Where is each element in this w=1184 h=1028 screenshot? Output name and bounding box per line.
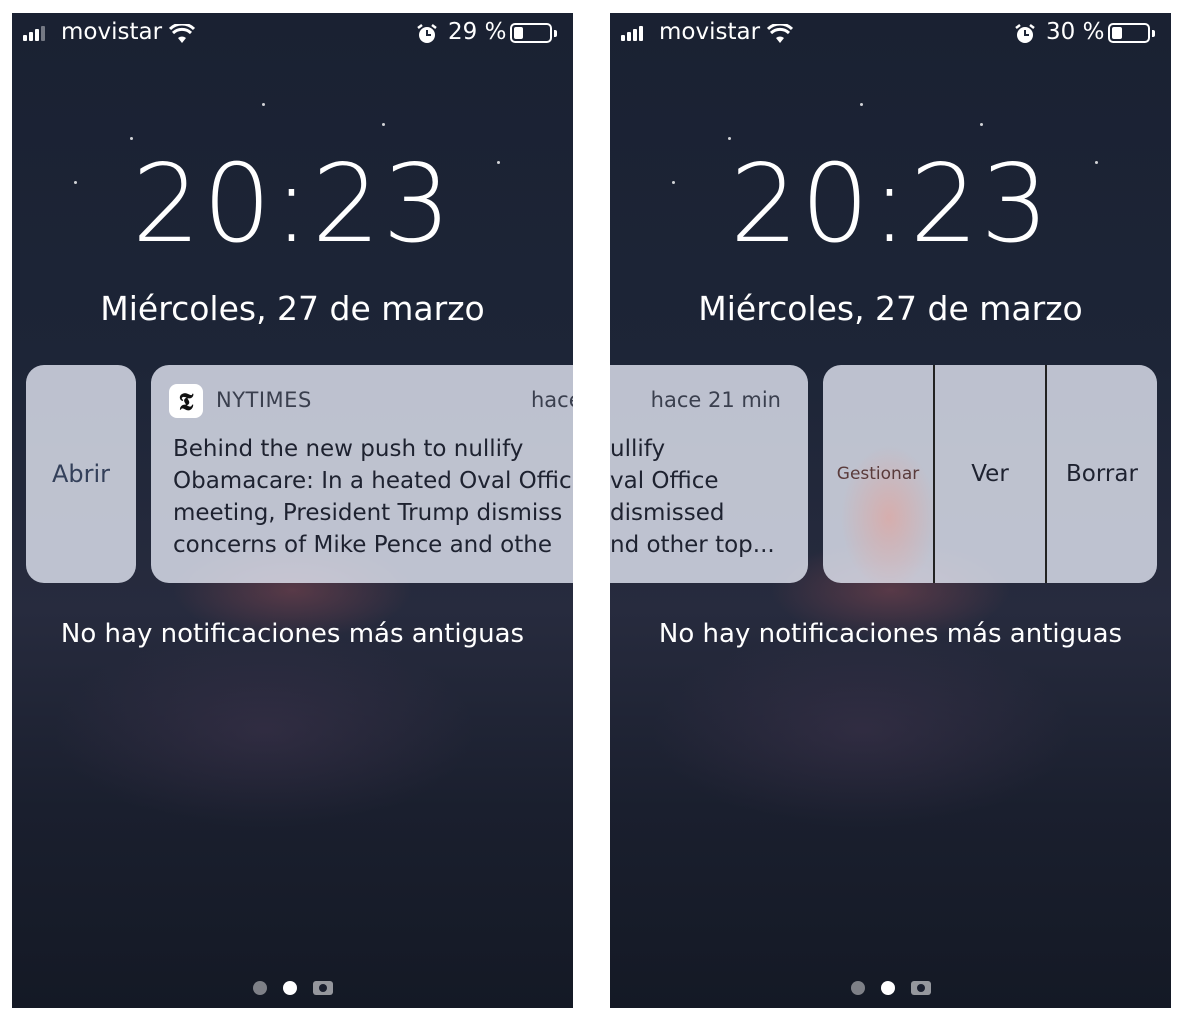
lock-clock: 20:23 [729, 142, 1052, 267]
camera-icon [312, 981, 333, 995]
camera-icon [910, 981, 931, 995]
open-notification-button[interactable]: Abrir [26, 365, 136, 583]
alarm-icon [417, 24, 437, 43]
notification-card[interactable]: 𝕿 NYTIMES hace Behind the new push to nu… [151, 365, 573, 583]
page-indicator [610, 981, 1171, 995]
no-older-notifications-text: No hay notificaciones más antiguas [658, 619, 1123, 649]
lock-date: Miércoles, 27 de marzo [698, 289, 1083, 328]
status-bar: movistar 30 % [610, 13, 1171, 55]
notification-body: Behind the new push to nullify Obamacare… [173, 436, 572, 558]
wifi-icon [767, 24, 793, 43]
carrier-name: movistar [659, 19, 761, 45]
clear-button[interactable]: Borrar [1045, 365, 1157, 583]
page-dot [252, 981, 267, 995]
nytimes-logo-icon: 𝕿 [169, 384, 203, 418]
page-dot-active [282, 981, 297, 995]
alarm-icon [1015, 24, 1035, 43]
lock-date: Miércoles, 27 de marzo [100, 289, 485, 328]
signal-icon [23, 26, 45, 41]
page-indicator [12, 981, 573, 995]
manage-button[interactable]: Gestionar [823, 365, 933, 583]
page-dot-active [880, 981, 895, 995]
view-button[interactable]: Ver [933, 365, 1045, 583]
battery-icon [1108, 23, 1150, 43]
wifi-icon [169, 24, 195, 43]
page-dot [850, 981, 865, 995]
lock-screen-left: movistar 29 % 20:23 Miércoles, 27 de mar… [12, 13, 573, 1008]
signal-icon [621, 26, 643, 41]
battery-percentage: 30 % [1046, 19, 1105, 45]
battery-icon [510, 23, 552, 43]
notification-card-swiped[interactable]: hace 21 min ullify val Office dismissed … [610, 365, 808, 583]
notification-body: ullify val Office dismissed nd other top… [610, 436, 775, 558]
battery-percentage: 29 % [448, 19, 507, 45]
carrier-name: movistar [61, 19, 163, 45]
lock-clock: 20:23 [131, 142, 454, 267]
notification-time: hace 21 min [650, 388, 781, 412]
lock-screen-right: movistar 30 % 20:23 Miércoles, 27 de mar… [610, 13, 1171, 1008]
status-bar: movistar 29 % [12, 13, 573, 55]
notification-time: hace [531, 388, 573, 412]
notification-app-name: NYTIMES [216, 388, 312, 412]
notification-actions: Gestionar Ver Borrar [823, 365, 1157, 583]
open-button-label: Abrir [51, 460, 111, 488]
no-older-notifications-text: No hay notificaciones más antiguas [60, 619, 525, 649]
